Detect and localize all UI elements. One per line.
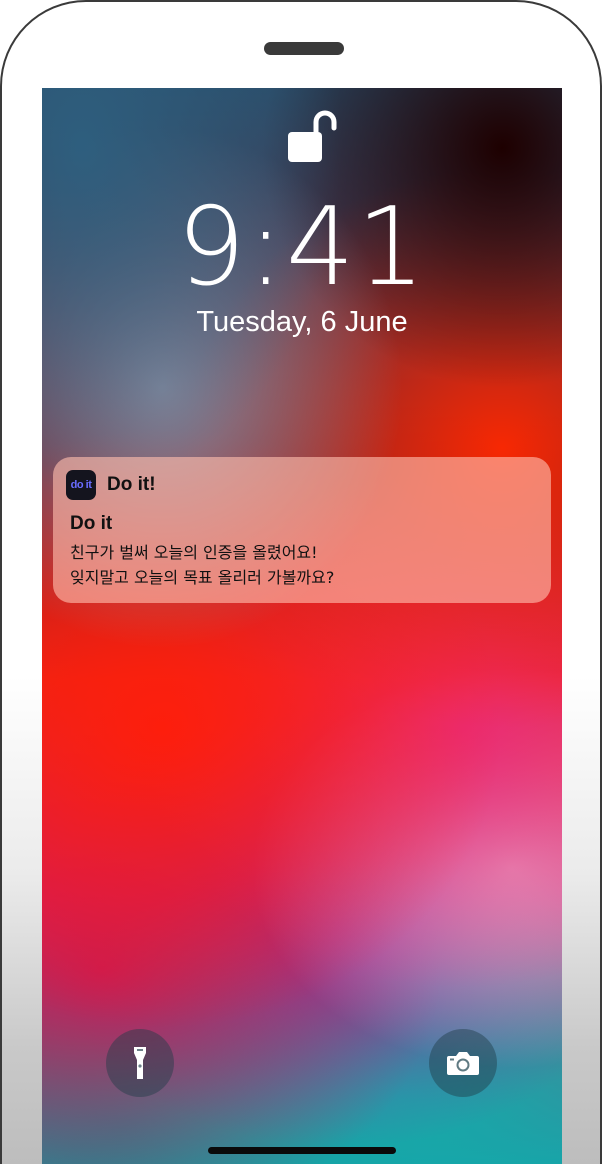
flashlight-icon <box>134 1047 146 1079</box>
unlocked-padlock-icon <box>288 110 337 162</box>
flashlight-button[interactable] <box>106 1029 174 1097</box>
notification-title: Do it <box>70 513 113 534</box>
camera-button[interactable] <box>429 1029 497 1097</box>
speaker-grille <box>264 42 344 55</box>
lock-screen-time: 9:41 <box>176 185 428 310</box>
camera-icon <box>447 1052 479 1075</box>
notification-body-line: 친구가 벌써 오늘의 인증을 올렸어요! <box>70 543 318 562</box>
notification-body-line: 잊지말고 오늘의 목표 올리러 가볼까요? <box>70 568 335 587</box>
notification-app-name: Do it! <box>107 474 156 495</box>
notification-card[interactable]: do it Do it! Do it 친구가 벌써 오늘의 인증을 올렸어요! … <box>53 457 551 603</box>
lock-screen-date: Tuesday, 6 June <box>196 306 408 338</box>
notification-body: 친구가 벌써 오늘의 인증을 올렸어요! 잊지말고 오늘의 목표 올리러 가볼까… <box>70 540 334 590</box>
phone-frame: 9:41 Tuesday, 6 June do it Do it! Do it … <box>0 0 602 1164</box>
home-indicator[interactable] <box>208 1147 396 1154</box>
lock-screen: 9:41 Tuesday, 6 June do it Do it! Do it … <box>42 88 562 1164</box>
app-icon: do it <box>66 470 96 500</box>
